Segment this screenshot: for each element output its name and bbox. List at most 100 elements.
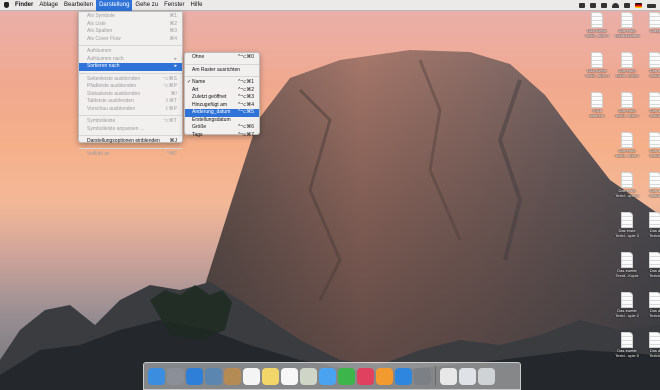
sort-item-aenderungsdatum[interactable]: Änderung_datum ^⌥⌘5 [185, 109, 259, 117]
sort-item-erstellungsdatum[interactable]: Erstellungsdatum [185, 117, 259, 125]
file-label: different [589, 113, 605, 118]
desktop-file[interactable]: Think different [582, 92, 612, 118]
launchpad-icon[interactable] [167, 367, 184, 385]
sort-item-ohne[interactable]: Ohne ^⌥⌘0 [185, 54, 259, 62]
sort-item-hinzugefuegt-am[interactable]: Hinzugefügt am ^⌥⌘4 [185, 102, 259, 110]
ibooks-icon[interactable] [376, 367, 393, 385]
file-label: Textdo [649, 273, 660, 278]
contacts-icon[interactable] [224, 367, 241, 385]
text-document-icon [621, 132, 633, 148]
desktop-file[interactable]: Das d Textdo [640, 132, 660, 158]
menu-item-vollbild[interactable]: Vollbild an ^⌘F [79, 151, 182, 159]
desktop-file[interactable]: Das erste Textd...opie 5 [612, 172, 642, 198]
desktop-file[interactable]: Das erste Textd...opie 2 [612, 92, 642, 118]
desktop-file[interactable]: Das d Textdo [640, 332, 660, 358]
desktop-file[interactable]: Das erste Textd...Kopie [612, 52, 642, 78]
time-machine-icon[interactable] [590, 3, 596, 8]
menu-item-vorschau[interactable]: Vorschau ausblenden ⇧⌘P [79, 106, 182, 114]
menu-item-als-spalten[interactable]: Als Spalten ⌘3 [79, 28, 182, 36]
desktop-file[interactable]: Das erste Textd...opie 4 [612, 132, 642, 158]
sort-item-am-raster[interactable]: Am Raster ausrichten [185, 67, 259, 75]
calendar-icon[interactable] [243, 367, 260, 385]
file-label: Textd...opie 2 [615, 113, 639, 118]
sort-item-tags[interactable]: Tags ^⌥⌘7 [185, 132, 259, 140]
safari-icon[interactable] [186, 367, 203, 385]
finder-icon[interactable] [148, 367, 165, 385]
desktop-file[interactable]: Das d Textdo [640, 252, 660, 278]
wifi-icon[interactable] [612, 3, 619, 8]
sort-item-name[interactable]: ✓ Name ^⌥⌘1 [185, 79, 259, 87]
menu-item-symbolleiste[interactable]: Symbolleiste ⌥⌘T [79, 118, 182, 126]
itunes-icon[interactable] [357, 367, 374, 385]
menu-item-tableiste[interactable]: Tableiste ausblenden ⇧⌘T [79, 98, 182, 106]
file-label: Textd...opie 5 [615, 353, 639, 358]
text-document-icon [621, 92, 633, 108]
menu-hilfe[interactable]: Hilfe [187, 0, 205, 11]
menu-bearbeiten[interactable]: Bearbeiten [61, 0, 96, 11]
menu-ablage[interactable]: Ablage [36, 0, 61, 11]
menu-item-seitenleiste[interactable]: Seitenleiste ausblenden ⌥⌘S [79, 76, 182, 84]
menu-separator [79, 72, 182, 74]
desktop-file[interactable]: Das zweite Textd...Kopie [612, 252, 642, 278]
file-label: Crazy [649, 29, 660, 33]
desktop-file[interactable]: Das zweite Textd...opie 4 [582, 12, 612, 38]
text-document-icon [591, 52, 603, 68]
desktop-file[interactable]: Das erste Textd...opie 3 [612, 212, 642, 238]
sortieren-nach-submenu: Ohne ^⌥⌘0 Am Raster ausrichten ✓ Name ^⌥⌘1 … [184, 52, 260, 138]
menu-item-statusleiste[interactable]: Statusleiste ausblenden ⌘/ [79, 91, 182, 99]
dropbox-icon[interactable] [579, 3, 585, 8]
trash-icon[interactable] [478, 367, 495, 385]
file-label: Textd...opie 3 [585, 73, 609, 78]
appstore-icon[interactable] [395, 367, 412, 385]
menu-item-darstellungsoptionen[interactable]: Darstellungsoptionen einblenden ⌘J [79, 138, 182, 146]
input-source-flag-icon[interactable] [635, 3, 642, 8]
desktop-file[interactable]: Das e Textdo [640, 52, 660, 78]
text-document-icon [621, 12, 633, 28]
messages-icon[interactable] [319, 367, 336, 385]
apple-icon[interactable] [4, 2, 9, 8]
menu-darstellung[interactable]: Darstellung [96, 0, 133, 11]
system-preferences-icon[interactable] [414, 367, 431, 385]
bluetooth-icon[interactable] [601, 3, 607, 8]
desktop-file[interactable]: Das d Textdo [640, 172, 660, 198]
file-label: Textdo [649, 353, 660, 358]
text-document-icon [621, 252, 633, 268]
desktop-file[interactable]: Das erste Textdokument [612, 12, 642, 38]
text-document-icon [649, 52, 660, 68]
menu-fenster[interactable]: Fenster [161, 0, 187, 11]
text-document-icon [649, 212, 660, 228]
reminders-icon[interactable] [281, 367, 298, 385]
battery-icon[interactable] [647, 3, 656, 8]
documents-stack-icon[interactable] [440, 367, 457, 385]
text-document-icon [591, 12, 603, 28]
file-label: Textd...opie 2 [615, 313, 639, 318]
menu-bar: Finder Ablage Bearbeiten Darstellung Geh… [0, 0, 660, 11]
facetime-icon[interactable] [338, 367, 355, 385]
desktop-file[interactable]: Crazy [640, 12, 660, 34]
menu-item-als-symbole[interactable]: Als Symbole ⌘1 [79, 13, 182, 21]
text-document-icon [649, 12, 660, 28]
downloads-stack-icon[interactable] [459, 367, 476, 385]
photos-icon[interactable] [300, 367, 317, 385]
menu-item-pfadleiste[interactable]: Pfadleiste ausblenden ⌥⌘P [79, 83, 182, 91]
desktop-file[interactable]: Das zweite Textd...opie 5 [612, 332, 642, 358]
menu-finder[interactable]: Finder [12, 0, 36, 11]
desktop-file[interactable]: Das d Textdo [640, 212, 660, 238]
notes-icon[interactable] [262, 367, 279, 385]
volume-icon[interactable] [624, 3, 630, 8]
sort-item-zuletzt-geoeffnet[interactable]: Zuletzt geöffnet ^⌥⌘3 [185, 94, 259, 102]
desktop-file[interactable]: Das zweite Textd...opie 2 [612, 292, 642, 318]
sort-item-art[interactable]: Art ^⌥⌘2 [185, 87, 259, 95]
preview-icon[interactable] [205, 367, 222, 385]
menu-item-aufraeumen[interactable]: Aufräumen [79, 48, 182, 56]
menu-item-aufraeumen-nach[interactable]: Aufräumen nach ▸ [79, 56, 182, 64]
desktop-file[interactable]: Das zweite Textd...opie 3 [582, 52, 612, 78]
desktop-file[interactable]: Das d Textdo [640, 92, 660, 118]
sort-item-groesse[interactable]: Größe ^⌥⌘6 [185, 124, 259, 132]
menu-item-sortieren-nach[interactable]: Sortieren nach ▸ [79, 63, 182, 71]
desktop-file[interactable]: Das d Textdo [640, 292, 660, 318]
menu-item-als-cover-flow[interactable]: Als Cover Flow ⌘4 [79, 36, 182, 44]
menu-item-als-liste[interactable]: Als Liste ⌘2 [79, 21, 182, 29]
menu-item-symbolleiste-anpassen[interactable]: Symbolleiste anpassen ... [79, 126, 182, 134]
menu-gehe-zu[interactable]: Gehe zu [132, 0, 161, 11]
